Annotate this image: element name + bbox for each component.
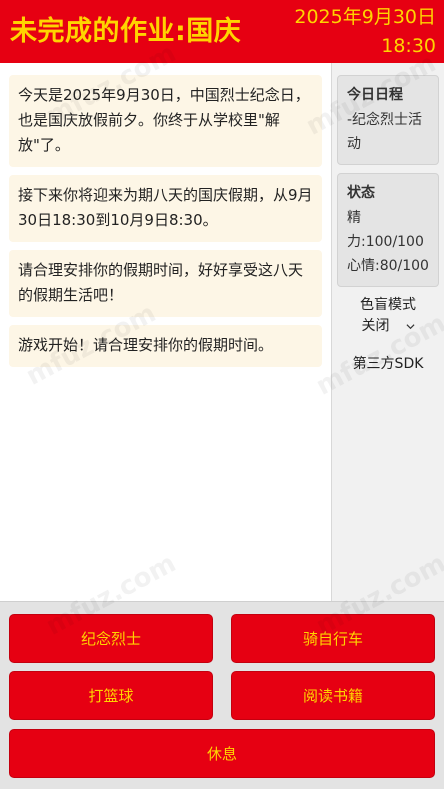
message-item: 今天是2025年9月30日，中国烈士纪念日，也是国庆放假前夕。你终于从学校里"解… — [9, 75, 322, 167]
martyrs-memorial-button[interactable]: 纪念烈士 — [9, 614, 213, 663]
colorblind-value: 关闭 — [361, 318, 390, 334]
cycling-button[interactable]: 骑自行车 — [231, 614, 435, 663]
game-title: 未完成的作业:国庆 — [10, 16, 242, 47]
message-item: 请合理安排你的假期时间，好好享受这八天的假期生活吧！ — [9, 250, 322, 317]
message-item: 接下来你将迎来为期八天的国庆假期，从9月30日18:30到10月9日8:30。 — [9, 175, 322, 242]
status-panel: 状态 精力:100/100 心情:80/100 — [337, 173, 439, 287]
message-item: 游戏开始！请合理安排你的假期时间。 — [9, 325, 322, 367]
game-screen: 未完成的作业:国庆 2025年9月30日 18:30 今天是2025年9月30日… — [0, 0, 444, 789]
status-title: 状态 — [347, 185, 375, 201]
colorblind-label: 色盲模式 — [360, 297, 416, 313]
message-log: 今天是2025年9月30日，中国烈士纪念日，也是国庆放假前夕。你终于从学校里"解… — [0, 63, 331, 601]
rest-button[interactable]: 休息 — [9, 729, 435, 778]
basketball-button[interactable]: 打篮球 — [9, 671, 213, 720]
reading-button[interactable]: 阅读书籍 — [231, 671, 435, 720]
third-party-sdk-link[interactable]: 第三方SDK — [337, 353, 439, 373]
energy-stat: 精力:100/100 — [347, 210, 424, 250]
sidebar: 今日日程 -纪念烈士活动 状态 精力:100/100 心情:80/100 色盲模… — [331, 63, 444, 601]
colorblind-setting: 色盲模式 关闭 — [337, 295, 439, 337]
mood-stat: 心情:80/100 — [347, 258, 429, 274]
chevron-down-icon — [405, 324, 415, 330]
action-panel: 纪念烈士 骑自行车 打篮球 阅读书籍 休息 — [0, 601, 444, 789]
game-date: 2025年9月30日 — [294, 5, 436, 28]
colorblind-select[interactable]: 关闭 — [337, 316, 439, 337]
game-datetime: 2025年9月30日 18:30 — [294, 3, 436, 61]
header-bar: 未完成的作业:国庆 2025年9月30日 18:30 — [0, 0, 444, 63]
game-time: 18:30 — [381, 34, 436, 57]
schedule-item: -纪念烈士活动 — [347, 112, 423, 152]
schedule-panel: 今日日程 -纪念烈士活动 — [337, 75, 439, 165]
schedule-title: 今日日程 — [347, 87, 403, 103]
